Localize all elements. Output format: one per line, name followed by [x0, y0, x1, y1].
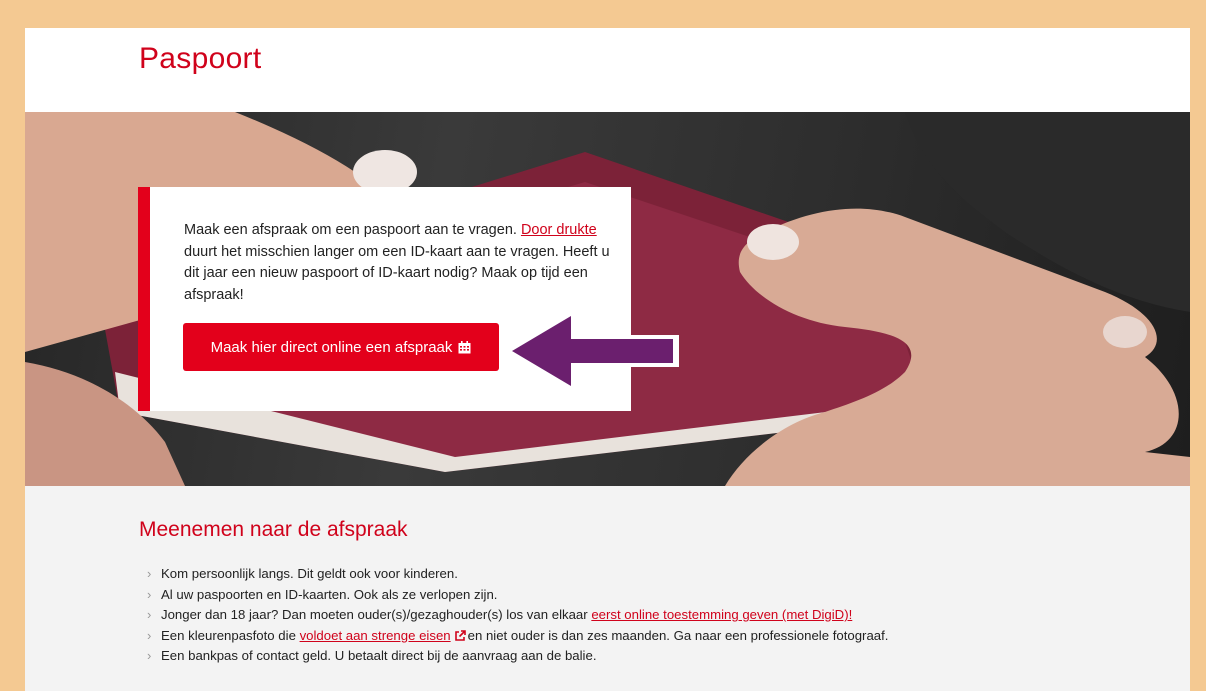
chevron-right-icon: › [147, 648, 152, 663]
chevron-right-icon: › [147, 607, 152, 622]
appointment-info-text: Maak een afspraak om een paspoort aan te… [184, 220, 624, 306]
make-appointment-button[interactable]: Maak hier direct online een afspraak [183, 323, 499, 371]
page: Paspoort Maak een afspraak om een paspoo… [25, 28, 1190, 691]
list-item-text: Een kleurenpasfoto die [161, 627, 296, 643]
list-item-text-after: en niet ouder is dan zes maanden. Ga naa… [467, 627, 889, 643]
external-link-icon [454, 629, 466, 641]
list-item-text: Een bankpas of contact geld. U betaalt d… [161, 648, 597, 663]
page-header: Paspoort [25, 28, 1190, 112]
hero-banner: Maak een afspraak om een paspoort aan te… [25, 112, 1190, 486]
page-title: Paspoort [139, 42, 262, 75]
info-text-part-1: Maak een afspraak om een paspoort aan te… [184, 222, 521, 238]
arrow-left-icon [507, 309, 679, 393]
chevron-right-icon: › [147, 566, 152, 581]
list-item-text: Jonger dan 18 jaar? Dan moeten ouder(s)/… [161, 607, 588, 622]
list-item-text: Kom persoonlijk langs. Dit geldt ook voo… [161, 566, 458, 581]
digid-consent-link[interactable]: eerst online toestemming geven (met Digi… [591, 605, 852, 626]
list-item: › Een bankpas of contact geld. U betaalt … [147, 646, 888, 667]
list-item: › Een kleurenpasfoto die voldoet aan stre… [147, 626, 888, 647]
make-appointment-button-label: Maak hier direct online een afspraak [210, 338, 453, 356]
info-text-part-2: duurt het misschien langer om een ID-kaa… [184, 243, 610, 303]
requirements-list: › Kom persoonlijk langs. Dit geldt ook vo… [147, 564, 888, 667]
list-item: › Kom persoonlijk langs. Dit geldt ook vo… [147, 564, 888, 585]
calendar-icon [458, 340, 471, 353]
photo-requirements-link[interactable]: voldoet aan strenge eisen [300, 626, 451, 647]
drukte-link[interactable]: Door drukte [521, 222, 597, 238]
section-title: Meenemen naar de afspraak [139, 518, 408, 541]
list-item-text: Al uw paspoorten en ID-kaarten. Ook als … [161, 586, 498, 602]
chevron-right-icon: › [147, 627, 152, 643]
chevron-right-icon: › [147, 586, 152, 602]
list-item: › Jonger dan 18 jaar? Dan moeten ouder(s)… [147, 605, 888, 626]
list-item: › Al uw paspoorten en ID-kaarten. Ook als… [147, 585, 888, 606]
